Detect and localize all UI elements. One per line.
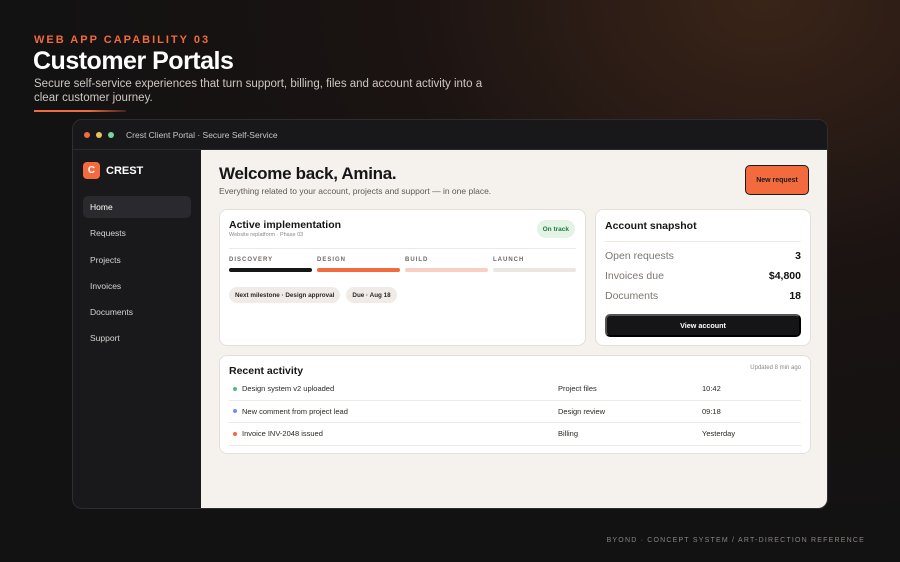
sidebar-item-documents[interactable]: Documents [83,301,191,323]
snapshot-row-documents: Documents 18 [605,289,801,303]
brand[interactable]: C CREST [83,162,201,179]
milestone-chips: Next milestone · Design approval Due · A… [229,287,397,303]
snapshot-row-invoices-due: Invoices due $4,800 [605,269,801,283]
phase-label: LAUNCH [493,257,525,263]
new-request-button[interactable]: New request [745,165,809,195]
phase-label: DESIGN [317,257,347,263]
phase-discovery: DISCOVERY [229,257,312,272]
page-subtitle: Everything related to your account, proj… [219,186,492,196]
snapshot-label: Open requests [605,250,674,262]
app-window: Crest Client Portal · Secure Self-Servic… [72,119,828,509]
phase-bar [405,268,488,272]
divider [605,241,801,242]
phase-bar [229,268,312,272]
sidebar-item-projects[interactable]: Projects [83,249,191,271]
activity-title: Recent activity [229,365,304,377]
sidebar: C CREST Home Requests Projects Invoices … [73,150,201,508]
hero-title: Customer Portals [33,47,234,75]
brand-name: CREST [106,164,144,177]
activity-category: Project files [558,384,597,394]
status-dot-icon [233,431,237,436]
activity-category: Design review [558,406,606,416]
due-date-chip: Due · Aug 18 [346,287,397,303]
phase-bar [317,268,400,272]
phase-label: DISCOVERY [229,257,274,263]
hero-eyebrow: WEB APP CAPABILITY 03 [34,34,211,46]
main-content: Welcome back, Amina. Everything related … [201,150,827,508]
snapshot-value: 3 [795,250,801,262]
snapshot-value: 18 [789,290,801,302]
hero-accent-rule [34,110,126,112]
implementation-subtitle: Website replatform · Phase 03 [229,232,304,238]
sidebar-item-requests[interactable]: Requests [83,222,191,244]
activity-time: 10:42 [702,384,721,394]
hero-subtitle: Secure self-service experiences that tur… [34,78,483,104]
activity-name: Design system v2 uploaded [242,384,335,394]
activity-time: 09:18 [702,406,721,416]
snapshot-row-open-requests: Open requests 3 [605,249,801,263]
snapshot-value: $4,800 [768,270,801,282]
close-window-dot[interactable] [84,131,90,138]
list-item[interactable]: Design system v2 uploaded Project files … [229,378,801,401]
brand-logo-icon: C [83,162,100,179]
maximize-window-dot[interactable] [108,131,114,138]
implementation-title: Active implementation [229,219,342,231]
phase-tracker: DISCOVERY DESIGN BUILD LAUNCH [229,257,576,272]
milestone-chip: Next milestone · Design approval [229,287,341,303]
view-account-button[interactable]: View account [605,314,801,337]
phase-build: BUILD [405,257,488,272]
recent-activity-card: Recent activity Updated 8 min ago Design… [219,355,811,454]
sidebar-nav: Home Requests Projects Invoices Document… [73,196,201,349]
account-snapshot-card: Account snapshot Open requests 3 Invoice… [595,209,811,346]
status-badge: On track [536,220,575,238]
phase-design: DESIGN [317,257,400,272]
list-item[interactable]: Invoice INV-2048 issued Billing Yesterda… [229,423,801,446]
activity-name: Invoice INV-2048 issued [242,429,323,439]
sidebar-item-home[interactable]: Home [83,196,191,218]
phase-launch: LAUNCH [493,257,576,272]
activity-name: New comment from project lead [242,406,348,416]
phase-label: BUILD [405,257,429,263]
status-dot-icon [233,386,237,391]
page-title: Welcome back, Amina. [219,164,397,183]
phase-bar [493,268,576,272]
implementation-card: Active implementation Website replatform… [219,209,586,346]
list-item[interactable]: New comment from project lead Design rev… [229,401,801,423]
divider [229,248,576,249]
window-titlebar: Crest Client Portal · Secure Self-Servic… [73,120,827,150]
activity-updated: Updated 8 min ago [750,365,801,371]
minimize-window-dot[interactable] [96,131,102,138]
activity-time: Yesterday [702,429,736,439]
snapshot-title: Account snapshot [605,220,697,232]
window-title: Crest Client Portal · Secure Self-Servic… [126,129,278,140]
snapshot-label: Documents [605,290,659,302]
footer-reference: BYOND · CONCEPT SYSTEM / ART-DIRECTION R… [606,537,865,544]
snapshot-label: Invoices due [605,270,664,282]
activity-list: Design system v2 uploaded Project files … [229,378,801,446]
status-dot-icon [233,409,237,414]
sidebar-item-invoices[interactable]: Invoices [83,275,191,297]
sidebar-item-support[interactable]: Support [83,327,191,349]
activity-category: Billing [558,429,579,439]
